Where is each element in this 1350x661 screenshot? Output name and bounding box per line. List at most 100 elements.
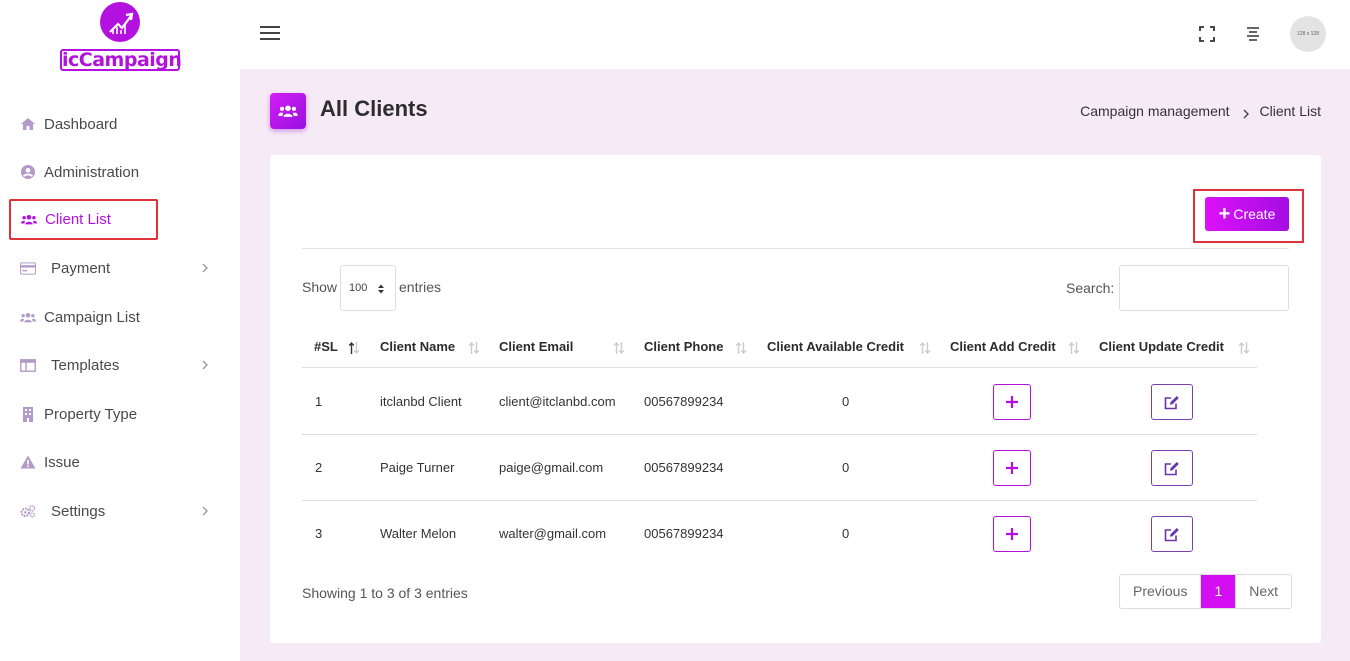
pagination-page-1[interactable]: 1 xyxy=(1201,575,1237,608)
users-icon xyxy=(21,212,37,228)
sidebar-item-issue[interactable]: Issue xyxy=(10,442,230,482)
table-row: 1 itclanbd Client client@itclanbd.com 00… xyxy=(302,369,1257,435)
sort-icon[interactable] xyxy=(735,341,747,355)
edit-icon xyxy=(1164,461,1179,475)
chevron-right-icon xyxy=(1242,106,1250,119)
warning-icon xyxy=(20,454,36,470)
chevron-right-icon xyxy=(198,358,212,372)
create-button[interactable]: + Create xyxy=(1205,197,1289,231)
sidebar-item-label: Payment xyxy=(51,259,111,277)
pagination-previous[interactable]: Previous xyxy=(1120,575,1202,608)
user-circle-icon xyxy=(20,164,36,180)
add-credit-button[interactable] xyxy=(993,450,1031,486)
divider xyxy=(302,248,1289,249)
sidebar-item-label: Administration xyxy=(44,163,140,181)
cell-client-email: walter@gmail.com xyxy=(499,526,607,541)
plus-icon: + xyxy=(1218,203,1231,225)
table-info: Showing 1 to 3 of 3 entries xyxy=(302,585,468,601)
logo-text: icCampaign xyxy=(60,49,182,71)
sidebar: icCampaign Dashboard Administration Clie… xyxy=(0,0,240,661)
select-arrows-icon xyxy=(377,283,385,295)
column-header-update-credit[interactable]: Client Update Credit xyxy=(1099,328,1224,368)
chevron-right-icon xyxy=(198,261,212,275)
align-center-icon[interactable] xyxy=(1243,24,1263,44)
sidebar-item-label: Client List xyxy=(45,211,111,228)
column-header-sl[interactable]: #SL xyxy=(314,328,338,368)
credit-card-icon xyxy=(20,260,36,276)
sidebar-item-settings[interactable]: Settings xyxy=(10,491,230,531)
users-icon xyxy=(270,93,306,129)
table-row: 2 Paige Turner paige@gmail.com 005678992… xyxy=(302,435,1257,501)
page-size-select[interactable]: 100 xyxy=(340,265,396,311)
sidebar-item-property-type[interactable]: Property Type xyxy=(10,394,230,434)
cell-sl: 3 xyxy=(315,526,323,541)
search-label: Search: xyxy=(1066,280,1115,296)
sort-icon[interactable] xyxy=(468,341,480,355)
column-header-add-credit[interactable]: Client Add Credit xyxy=(950,328,1056,368)
plus-icon xyxy=(1006,528,1018,540)
sidebar-item-payment[interactable]: Payment xyxy=(10,248,230,288)
cell-sl: 1 xyxy=(315,394,323,409)
logo[interactable]: icCampaign xyxy=(60,2,182,71)
breadcrumb-item-campaign-management[interactable]: Campaign management xyxy=(1080,103,1229,119)
column-header-client-phone[interactable]: Client Phone xyxy=(644,328,723,368)
cell-client-phone: 00567899234 xyxy=(644,394,724,409)
menu-toggle-icon[interactable] xyxy=(260,26,280,42)
sidebar-item-campaign-list[interactable]: Campaign List xyxy=(10,297,230,337)
page-title: All Clients xyxy=(320,96,428,121)
pagination-next[interactable]: Next xyxy=(1236,575,1291,608)
building-icon xyxy=(20,406,36,422)
clients-card: + Create Show 100 entries Search: #SL Cl… xyxy=(270,155,1321,643)
plus-icon xyxy=(1006,396,1018,408)
fullscreen-icon[interactable] xyxy=(1197,24,1217,44)
column-header-client-name[interactable]: Client Name xyxy=(380,328,455,368)
cell-sl: 2 xyxy=(315,460,323,475)
logo-mark-icon xyxy=(100,2,140,42)
cell-available-credit: 0 xyxy=(842,460,850,475)
avatar[interactable]: 128 x 128 xyxy=(1290,16,1326,52)
entries-label: entries xyxy=(399,279,442,295)
show-label: Show xyxy=(302,279,338,295)
sidebar-item-label: Dashboard xyxy=(44,115,118,133)
column-header-client-email[interactable]: Client Email xyxy=(499,328,573,368)
column-header-available-credit[interactable]: Client Available Credit xyxy=(767,328,904,368)
users-icon xyxy=(20,309,36,325)
topbar: 128 x 128 xyxy=(240,0,1350,69)
pagination: Previous 1 Next xyxy=(1119,574,1293,609)
sidebar-item-label: Settings xyxy=(51,502,106,520)
plus-icon xyxy=(1006,462,1018,474)
home-icon xyxy=(20,116,36,132)
cell-client-phone: 00567899234 xyxy=(644,460,724,475)
add-credit-button[interactable] xyxy=(993,384,1031,420)
search-input[interactable] xyxy=(1119,265,1289,311)
edit-icon xyxy=(1164,395,1179,409)
breadcrumb: Campaign management Client List xyxy=(1080,103,1321,119)
sidebar-item-templates[interactable]: Templates xyxy=(10,345,230,385)
breadcrumb-item-client-list: Client List xyxy=(1259,103,1321,119)
cell-client-name: itclanbd Client xyxy=(380,394,462,409)
sidebar-item-dashboard[interactable]: Dashboard xyxy=(10,104,230,144)
update-credit-button[interactable] xyxy=(1151,450,1193,486)
sidebar-item-label: Issue xyxy=(44,453,80,471)
create-button-label: Create xyxy=(1233,206,1276,222)
sidebar-item-client-list[interactable]: Client List xyxy=(9,199,158,240)
table-header: #SL Client Name Client Email Client Phon… xyxy=(302,328,1257,368)
add-credit-button[interactable] xyxy=(993,516,1031,552)
update-credit-button[interactable] xyxy=(1151,516,1193,552)
sidebar-item-administration[interactable]: Administration xyxy=(10,152,230,192)
sort-icon[interactable] xyxy=(919,341,931,355)
sidebar-item-label: Templates xyxy=(51,356,120,374)
update-credit-button[interactable] xyxy=(1151,384,1193,420)
sort-icon[interactable] xyxy=(613,341,625,355)
cell-client-name: Walter Melon xyxy=(380,526,457,541)
page-size-value: 100 xyxy=(349,282,368,294)
sort-asc-icon[interactable] xyxy=(348,341,360,355)
sort-icon[interactable] xyxy=(1068,341,1080,355)
table-row: 3 Walter Melon walter@gmail.com 00567899… xyxy=(302,501,1257,567)
cell-client-phone: 00567899234 xyxy=(644,526,724,541)
sidebar-item-label: Property Type xyxy=(44,405,138,423)
sort-icon[interactable] xyxy=(1238,341,1250,355)
cell-client-email: client@itclanbd.com xyxy=(499,394,616,409)
cogs-icon xyxy=(20,503,36,519)
edit-icon xyxy=(1164,527,1179,541)
